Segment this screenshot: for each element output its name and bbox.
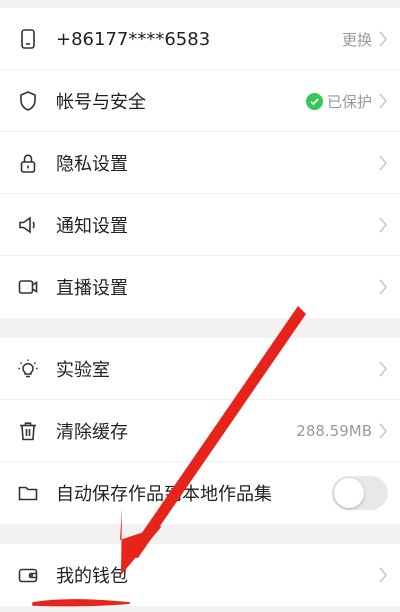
chevron-right-icon <box>378 92 388 110</box>
privacy-settings-label: 隐私设置 <box>56 154 128 175</box>
chevron-right-icon <box>378 216 388 234</box>
folder-icon <box>17 482 39 504</box>
privacy-settings-row[interactable]: 隐私设置 <box>0 132 400 194</box>
my-wallet-label: 我的钱包 <box>56 566 128 587</box>
account-security-label: 帐号与安全 <box>56 92 146 113</box>
settings-group-wallet: 我的钱包 <box>0 544 400 606</box>
settings-group-account: +86177****6583 更换 帐号与安全 已保护 隐私设置 通知设置 直播… <box>0 8 400 318</box>
chevron-right-icon <box>378 154 388 172</box>
lock-icon <box>17 152 39 174</box>
section-divider <box>0 524 400 544</box>
settings-group-tools: 实验室 清除缓存 288.59MB 自动保存作品到本地作品集 <box>0 338 400 524</box>
trash-icon <box>17 420 39 442</box>
notification-settings-label: 通知设置 <box>56 216 128 237</box>
protection-status-text: 已保护 <box>326 92 372 111</box>
top-strip <box>0 0 400 8</box>
check-circle-icon <box>305 92 323 110</box>
lab-label: 实验室 <box>56 360 110 381</box>
account-security-row[interactable]: 帐号与安全 已保护 <box>0 70 400 132</box>
phone-number-label: +86177****6583 <box>56 28 211 50</box>
lab-row[interactable]: 实验室 <box>0 338 400 400</box>
live-settings-label: 直播设置 <box>56 278 128 299</box>
cache-size: 288.59MB <box>296 422 372 440</box>
chevron-right-icon <box>378 30 388 48</box>
lightbulb-icon <box>17 358 39 380</box>
phone-icon <box>17 28 39 50</box>
section-divider <box>0 318 400 338</box>
clear-cache-row[interactable]: 清除缓存 288.59MB <box>0 400 400 462</box>
live-settings-row[interactable]: 直播设置 <box>0 256 400 318</box>
auto-save-toggle[interactable] <box>332 476 388 510</box>
speaker-icon <box>17 214 39 236</box>
auto-save-label: 自动保存作品到本地作品集 <box>56 484 272 505</box>
chevron-right-icon <box>378 278 388 296</box>
chevron-right-icon <box>378 422 388 440</box>
notification-settings-row[interactable]: 通知设置 <box>0 194 400 256</box>
chevron-right-icon <box>378 360 388 378</box>
video-camera-icon <box>17 276 39 298</box>
clear-cache-label: 清除缓存 <box>56 422 128 443</box>
chevron-right-icon <box>378 566 388 584</box>
my-wallet-row[interactable]: 我的钱包 <box>0 544 400 606</box>
phone-number-row[interactable]: +86177****6583 更换 <box>0 8 400 70</box>
toggle-knob <box>334 478 364 508</box>
auto-save-row: 自动保存作品到本地作品集 <box>0 462 400 524</box>
shield-icon <box>17 90 39 112</box>
wallet-icon <box>17 564 39 586</box>
change-phone-link[interactable]: 更换 <box>342 29 372 50</box>
protection-status: 已保护 <box>305 91 372 112</box>
